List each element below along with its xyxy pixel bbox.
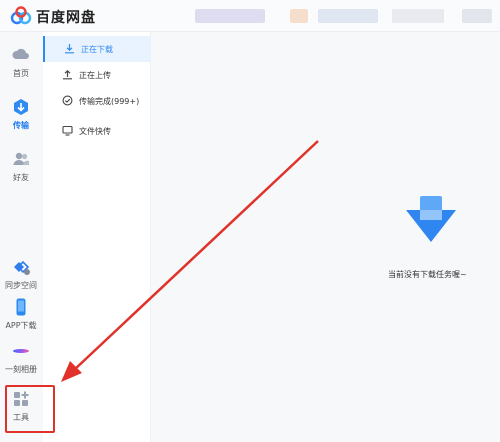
download-icon bbox=[65, 44, 74, 54]
upload-icon bbox=[63, 69, 72, 80]
tab-completed[interactable]: 传输完成(999+) bbox=[43, 88, 151, 114]
tab-label: 正在下载 bbox=[81, 44, 113, 54]
sidebar-item-home[interactable]: 首页 bbox=[0, 46, 42, 79]
tab-file-fast-transfer[interactable]: 文件快传 bbox=[43, 118, 151, 144]
transfer-icon bbox=[14, 99, 28, 115]
blurred-header-region bbox=[462, 9, 492, 23]
tools-highlight-box bbox=[5, 385, 55, 433]
sidebar-item-label: 好友 bbox=[13, 173, 29, 182]
transfer-nav: 正在下载 正在上传 传输完成(999+) 文件快传 bbox=[43, 32, 151, 442]
sidebar-item-label: 传输 bbox=[13, 121, 29, 130]
blurred-header-region bbox=[290, 9, 308, 23]
blurred-header-region bbox=[392, 9, 444, 23]
sidebar-item-friends[interactable]: 好友 bbox=[0, 150, 42, 183]
baidu-netdisk-logo-icon bbox=[10, 6, 32, 25]
tab-label: 传输完成(999+) bbox=[79, 96, 140, 106]
sidebar-item-label: 一刻相册 bbox=[5, 365, 37, 374]
empty-download-icon bbox=[406, 196, 456, 242]
sidebar-item-moment-album[interactable]: 一刻相册 bbox=[0, 342, 42, 375]
title-bar: 百度网盘 bbox=[0, 0, 500, 32]
check-circle-icon bbox=[62, 95, 73, 106]
tab-label: 正在上传 bbox=[79, 70, 111, 80]
sidebar-item-transfer[interactable]: 传输 bbox=[0, 98, 42, 131]
sidebar-item-app-download[interactable]: APP下载 bbox=[0, 298, 42, 331]
friends-icon bbox=[13, 152, 29, 165]
app-title: 百度网盘 bbox=[36, 10, 96, 26]
empty-state-message: 当前没有下载任务喔~ bbox=[388, 270, 467, 279]
blurred-header-region bbox=[318, 9, 378, 23]
sidebar-item-sync-space[interactable]: 同步空间 bbox=[0, 258, 42, 291]
tab-label: 文件快传 bbox=[79, 126, 111, 136]
sidebar-item-label: APP下载 bbox=[5, 321, 37, 330]
phone-icon bbox=[16, 298, 26, 316]
sidebar-item-label: 同步空间 bbox=[5, 281, 37, 290]
main-sidebar: 首页 传输 好友 同步空间 APP下载 一刻相册 工具 bbox=[0, 32, 42, 442]
monitor-icon bbox=[62, 125, 73, 136]
tab-uploading[interactable]: 正在上传 bbox=[43, 62, 151, 88]
sidebar-item-label: 首页 bbox=[13, 69, 29, 78]
blurred-header-region bbox=[195, 9, 265, 23]
album-icon bbox=[13, 349, 29, 353]
cloud-home-icon bbox=[12, 48, 29, 59]
tab-downloading[interactable]: 正在下载 bbox=[43, 36, 151, 62]
sync-space-icon bbox=[14, 260, 30, 275]
